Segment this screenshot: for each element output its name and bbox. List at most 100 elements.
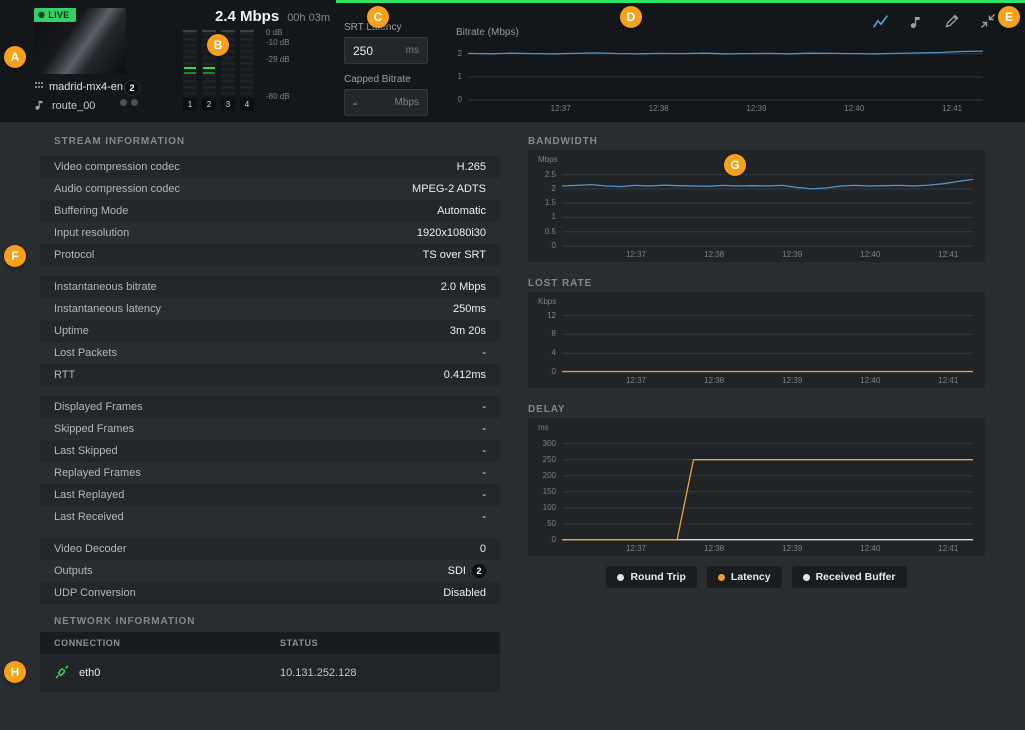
stream-header-bar: ◉ LIVE madrid-mx4-en... route_00 2 2.4 M… bbox=[0, 0, 1025, 122]
edit-pencil-icon[interactable] bbox=[943, 12, 961, 30]
srt-latency-value: 250 bbox=[353, 44, 373, 58]
delay-chart: ms30025020015010050012:3712:3812:3912:40… bbox=[528, 418, 985, 556]
row-value: - bbox=[482, 489, 486, 501]
outputs-group: Video Decoder 0 Outputs SDI2 UDP Convers… bbox=[40, 538, 500, 604]
row-value: 250ms bbox=[453, 303, 486, 315]
capped-bitrate-input[interactable]: - Mbps bbox=[344, 89, 428, 116]
network-table-header: CONNECTION STATUS bbox=[40, 632, 500, 654]
stats-group: Instantaneous bitrate 2.0 Mbps Instantan… bbox=[40, 276, 500, 386]
row-label: RTT bbox=[54, 369, 75, 381]
column-header-status: STATUS bbox=[280, 638, 318, 648]
table-row: Uptime 3m 20s bbox=[40, 320, 500, 342]
srt-latency-field: SRT Latency 250 ms bbox=[344, 22, 434, 64]
row-label: Uptime bbox=[54, 325, 89, 337]
srt-latency-input[interactable]: 250 ms bbox=[344, 37, 428, 64]
row-label: Skipped Frames bbox=[54, 423, 134, 435]
row-value: 3m 20s bbox=[450, 325, 486, 337]
table-row: Outputs SDI2 bbox=[40, 560, 500, 582]
legend-dot-icon bbox=[617, 574, 624, 581]
legend-dot-icon bbox=[718, 574, 725, 581]
row-value: 1920x1080i30 bbox=[417, 227, 486, 239]
uptime-display: 00h 03m bbox=[287, 12, 330, 24]
table-row: Input resolution 1920x1080i30 bbox=[40, 222, 500, 244]
meter-channel-number: 4 bbox=[240, 98, 254, 111]
row-label: Last Skipped bbox=[54, 445, 118, 457]
table-row: Lost Packets - bbox=[40, 342, 500, 364]
table-row: Video Decoder 0 bbox=[40, 538, 500, 560]
capped-bitrate-label: Capped Bitrate bbox=[344, 74, 434, 85]
bitrate-chart: Bitrate (Mbps)21012:3712:3812:3912:4012:… bbox=[450, 24, 995, 116]
row-label: UDP Conversion bbox=[54, 587, 136, 599]
header-toolbar bbox=[871, 12, 997, 30]
srt-latency-label: SRT Latency bbox=[344, 22, 434, 33]
row-label: Protocol bbox=[54, 249, 94, 261]
table-row: UDP Conversion Disabled bbox=[40, 582, 500, 604]
db-scale-label: -80 dB bbox=[266, 92, 290, 101]
table-row: Displayed Frames - bbox=[40, 396, 500, 418]
row-label: Instantaneous bitrate bbox=[54, 281, 157, 293]
annotation-badge: H bbox=[4, 661, 26, 683]
audio-level-meters: 1 2 3 4 bbox=[183, 30, 254, 111]
meter-bar bbox=[183, 30, 197, 96]
row-label: Lost Packets bbox=[54, 347, 117, 359]
table-row: Last Skipped - bbox=[40, 440, 500, 462]
bandwidth-chart: Mbps2.521.510.5012:3712:3812:3912:4012:4… bbox=[528, 150, 985, 262]
lost-rate-chart: Kbps1284012:3712:3812:3912:4012:41 bbox=[528, 292, 985, 388]
table-row: Last Replayed - bbox=[40, 484, 500, 506]
table-row: Protocol TS over SRT bbox=[40, 244, 500, 266]
live-dot-icon: ◉ bbox=[38, 11, 45, 19]
connection-name: eth0 bbox=[79, 667, 100, 679]
row-value: H.265 bbox=[457, 161, 486, 173]
route-name[interactable]: route_00 bbox=[34, 98, 95, 114]
row-value: TS over SRT bbox=[423, 249, 486, 261]
video-thumbnail[interactable]: ◉ LIVE bbox=[34, 8, 126, 74]
delay-title: DELAY bbox=[528, 404, 565, 415]
routes-icon[interactable] bbox=[907, 12, 925, 30]
stats-chart-icon[interactable] bbox=[871, 12, 889, 30]
chart-legend: Round Trip Latency Received Buffer bbox=[528, 566, 985, 588]
capped-bitrate-unit: Mbps bbox=[395, 97, 419, 108]
row-value: - bbox=[482, 511, 486, 523]
meter-signal-mark bbox=[184, 67, 196, 69]
table-row: Replayed Frames - bbox=[40, 462, 500, 484]
collapse-icon[interactable] bbox=[979, 12, 997, 30]
row-value: - bbox=[482, 445, 486, 457]
row-label: Outputs bbox=[54, 565, 93, 577]
row-label: Replayed Frames bbox=[54, 467, 141, 479]
ethernet-plug-icon bbox=[54, 664, 70, 683]
row-label: Displayed Frames bbox=[54, 401, 143, 413]
row-value: MPEG-2 ADTS bbox=[412, 183, 486, 195]
row-value: - bbox=[482, 467, 486, 479]
legend-item[interactable]: Received Buffer bbox=[792, 566, 907, 588]
network-row[interactable]: eth0 10.131.252.128 bbox=[40, 654, 500, 692]
audio-meter: 3 bbox=[221, 30, 235, 111]
legend-label: Latency bbox=[731, 571, 771, 583]
row-value: - bbox=[482, 401, 486, 413]
bitrate-summary: 2.4 Mbps 00h 03m bbox=[215, 8, 330, 25]
network-information-title: NETWORK INFORMATION bbox=[54, 616, 195, 627]
bitrate-display: 2.4 Mbps bbox=[215, 8, 279, 25]
legend-item[interactable]: Latency bbox=[707, 566, 782, 588]
audio-meter: 1 bbox=[183, 30, 197, 111]
stream-indicator-dots bbox=[120, 99, 138, 106]
meter-bar bbox=[202, 30, 216, 96]
row-label: Audio compression codec bbox=[54, 183, 180, 195]
table-row: RTT 0.412ms bbox=[40, 364, 500, 386]
legend-label: Received Buffer bbox=[816, 571, 896, 583]
db-scale: 0 dB-10 dB-29 dB-80 dB bbox=[266, 28, 308, 112]
meter-bar bbox=[221, 30, 235, 96]
table-row: Instantaneous latency 250ms bbox=[40, 298, 500, 320]
network-table: CONNECTION STATUS eth0 10.131.252.128 bbox=[40, 632, 500, 692]
table-row: Buffering Mode Automatic bbox=[40, 200, 500, 222]
legend-label: Round Trip bbox=[630, 571, 685, 583]
capped-bitrate-field: Capped Bitrate - Mbps bbox=[344, 74, 434, 116]
row-value: 2.0 Mbps bbox=[441, 281, 486, 293]
meter-channel-number: 3 bbox=[221, 98, 235, 111]
live-badge: ◉ LIVE bbox=[34, 8, 76, 22]
db-scale-label: 0 dB bbox=[266, 28, 282, 37]
lost-rate-title: LOST RATE bbox=[528, 278, 592, 289]
row-value: SDI bbox=[448, 565, 466, 577]
table-row: Skipped Frames - bbox=[40, 418, 500, 440]
legend-item[interactable]: Round Trip bbox=[606, 566, 696, 588]
row-label: Last Received bbox=[54, 511, 124, 523]
